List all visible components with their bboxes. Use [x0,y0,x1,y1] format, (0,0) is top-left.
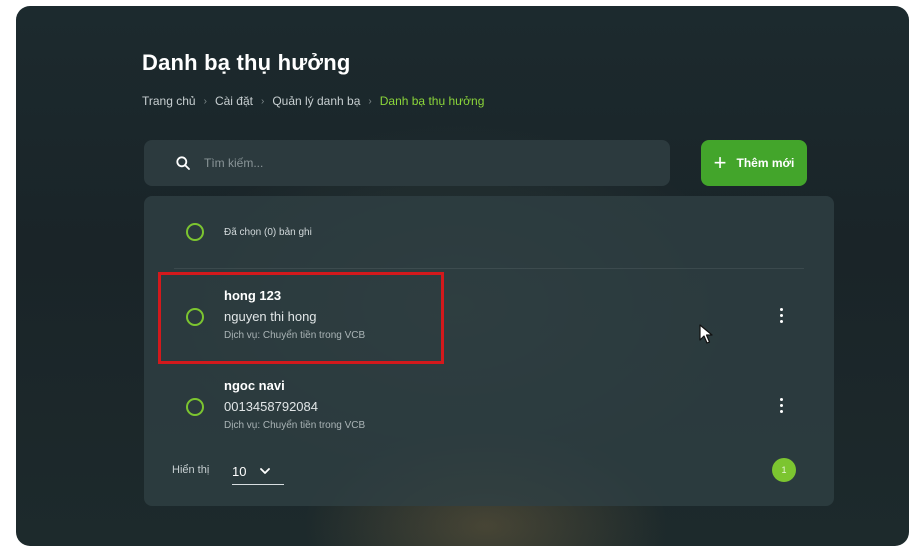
page-size-label: Hiển thị [172,464,210,476]
breadcrumb-item-contacts[interactable]: Quản lý danh bạ [272,94,360,108]
breadcrumb-item-settings[interactable]: Cài đặt [215,94,253,108]
breadcrumb-separator-icon: › [203,95,207,107]
chevron-down-icon [260,467,271,474]
app-window: Danh bạ thụ hưởng Trang chủ › Cài đặt › … [16,6,909,546]
breadcrumb-item-current: Danh bạ thụ hưởng [379,94,485,108]
search-input[interactable] [202,155,626,171]
highlight-box [158,272,444,364]
page-size-select[interactable]: 10 [232,458,284,485]
breadcrumb: Trang chủ › Cài đặt › Quản lý danh bạ › … [142,94,484,108]
breadcrumb-separator-icon: › [368,95,372,107]
divider [174,268,804,269]
page-size-value: 10 [232,463,247,479]
item-select-radio[interactable] [186,398,204,416]
search-icon [176,156,190,170]
add-new-label: Thêm mới [736,156,795,170]
list-item[interactable]: ngoc navi 0013458792084 Dịch vụ: Chuyển … [144,362,834,452]
plus-icon: + [713,150,727,175]
mouse-pointer-icon [699,324,713,344]
select-all-row: Đã chọn (0) bản ghi [144,196,834,268]
item-service: Dịch vụ: Chuyển tiền trong VCB [224,420,366,431]
search-box[interactable] [144,140,670,186]
kebab-menu-icon[interactable] [770,302,792,328]
selected-count: Đã chọn (0) bản ghi [224,226,312,238]
list-footer: Hiển thị 10 1 [144,454,834,494]
kebab-menu-icon[interactable] [770,392,792,418]
item-subtitle: 0013458792084 [224,399,318,414]
breadcrumb-separator-icon: › [260,95,265,107]
breadcrumb-item-home[interactable]: Trang chủ [142,94,196,108]
add-new-button[interactable]: + Thêm mới [701,140,807,186]
select-all-radio[interactable] [186,223,204,241]
page-title: Danh bạ thụ hưởng [142,50,351,75]
pagination-page-button[interactable]: 1 [772,458,796,482]
item-text: ngoc navi 0013458792084 Dịch vụ: Chuyển … [224,378,365,431]
item-name: ngoc navi [224,378,285,393]
